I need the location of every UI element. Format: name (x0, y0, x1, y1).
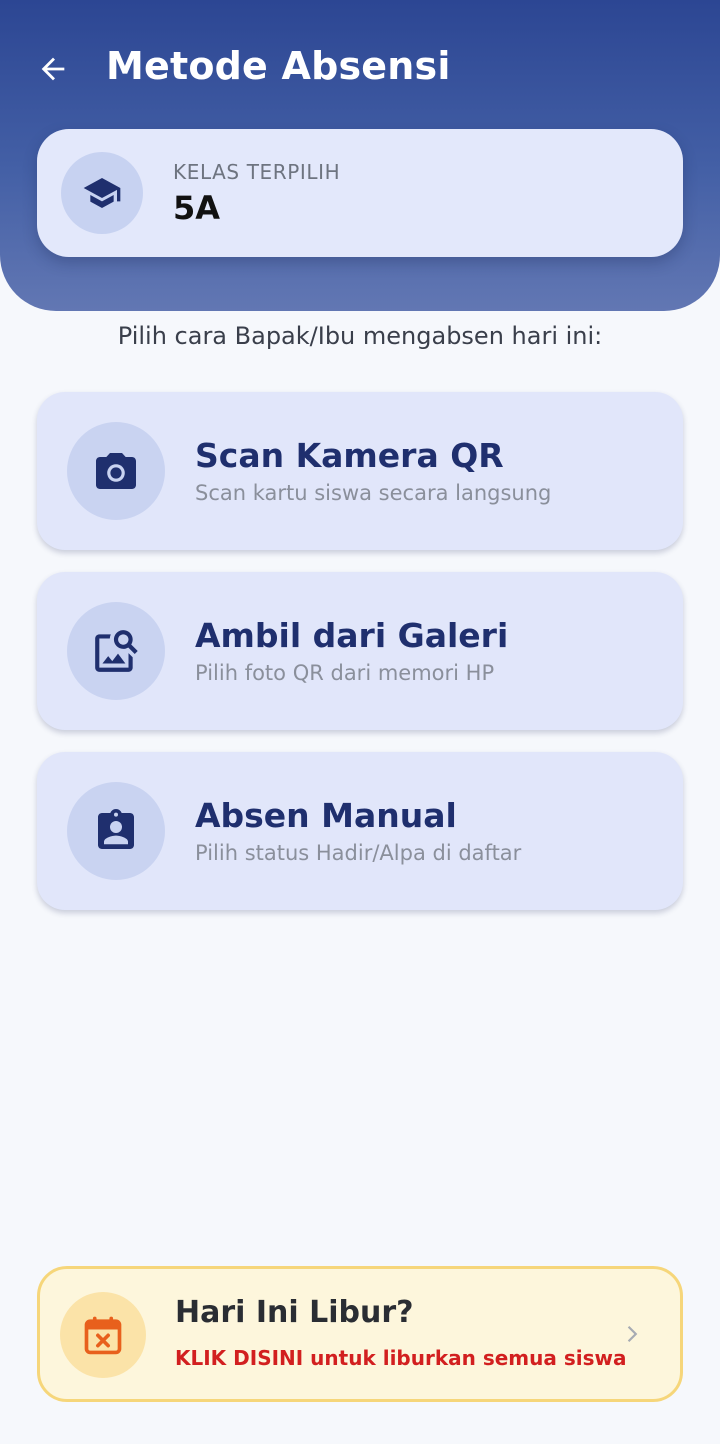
selected-class-value: 5A (173, 189, 221, 227)
method-subtitle: Pilih foto QR dari memori HP (195, 661, 495, 685)
method-icon-circle (67, 422, 165, 520)
method-subtitle: Pilih status Hadir/Alpa di daftar (195, 841, 522, 865)
method-subtitle: Scan kartu siswa secara langsung (195, 481, 552, 505)
page-title: Metode Absensi (106, 44, 451, 88)
camera-icon (96, 453, 136, 489)
holiday-card[interactable]: Hari Ini Libur? KLIK DISINI untuk liburk… (37, 1266, 683, 1402)
arrow-left-icon (41, 57, 65, 81)
holiday-subtitle: KLIK DISINI untuk liburkan semua siswa (175, 1346, 627, 1370)
method-manual-card[interactable]: Absen Manual Pilih status Hadir/Alpa di … (37, 752, 683, 910)
clipboard-user-icon (98, 809, 134, 849)
method-scan-camera-card[interactable]: Scan Kamera QR Scan kartu siswa secara l… (37, 392, 683, 550)
method-title: Ambil dari Galeri (195, 616, 509, 655)
holiday-icon-circle (60, 1292, 146, 1378)
header: Metode Absensi KELAS TERPILIH 5A (0, 0, 720, 311)
class-icon-circle (61, 152, 143, 234)
selected-class-card: KELAS TERPILIH 5A (37, 129, 683, 257)
selected-class-label: KELAS TERPILIH (173, 160, 341, 184)
method-title: Absen Manual (195, 796, 457, 835)
holiday-title: Hari Ini Libur? (175, 1295, 414, 1330)
calendar-x-icon (84, 1316, 122, 1355)
back-button[interactable] (30, 46, 76, 92)
method-icon-circle (67, 602, 165, 700)
graduation-cap-icon (83, 178, 121, 208)
method-gallery-card[interactable]: Ambil dari Galeri Pilih foto QR dari mem… (37, 572, 683, 730)
method-icon-circle (67, 782, 165, 880)
image-search-icon (95, 630, 138, 672)
method-prompt: Pilih cara Bapak/Ibu mengabsen hari ini: (117, 322, 603, 350)
chevron-right-icon (627, 1325, 638, 1343)
method-title: Scan Kamera QR (195, 436, 504, 475)
